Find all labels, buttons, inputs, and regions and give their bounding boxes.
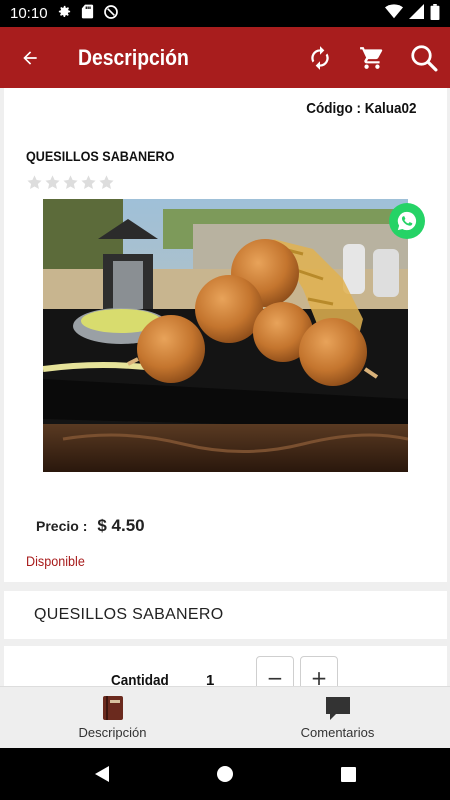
quantity-value: 1 [206,672,215,686]
arrow-left-icon [23,50,37,65]
wifi-icon [385,4,403,23]
data-saver-icon [103,4,119,24]
quantity-increase-button[interactable]: + [300,656,338,686]
quantity-card: Cantidad 1 − + [4,646,447,686]
tab-comentarios[interactable]: Comentarios [225,687,450,748]
whatsapp-icon [397,211,417,231]
nav-back-button[interactable] [72,748,132,800]
price-value: $ 4.50 [97,516,145,535]
refresh-button[interactable] [294,27,346,88]
price-row: Precio : $ 4.50 [36,516,145,536]
product-code: Código : Kalua02 [306,100,417,117]
status-time: 10:10 [10,5,48,22]
star-icon [81,175,96,189]
cart-icon [360,46,383,69]
comment-icon [325,697,350,720]
product-card: Código : Kalua02 QUESILLOS SABANERO Prec… [4,88,447,582]
quantity-decrease-button[interactable]: − [256,656,294,686]
sd-card-icon [81,4,94,23]
circle-home-icon [216,766,233,782]
nav-recents-button[interactable] [318,748,378,800]
product-name: QUESILLOS SABANERO [26,148,175,164]
product-description: QUESILLOS SABANERO [34,606,224,623]
nav-home-button[interactable] [195,748,255,800]
square-recents-icon [340,766,356,782]
refresh-icon [311,45,329,70]
availability-status: Disponible [26,553,85,569]
star-rating[interactable] [26,174,115,191]
back-button[interactable] [0,27,60,88]
tab-label: Comentarios [300,725,375,740]
quantity-label: Cantidad [111,672,169,686]
content-scroll[interactable]: Código : Kalua02 QUESILLOS SABANERO Prec… [0,88,450,686]
cart-button[interactable] [346,27,398,88]
search-button[interactable] [398,27,450,88]
whatsapp-button[interactable] [389,203,425,239]
tab-descripcion[interactable]: Descripción [0,687,225,748]
star-icon [27,175,42,189]
app-bar: Descripción [0,27,450,88]
settings-icon [57,4,72,23]
battery-icon [430,3,440,24]
book-icon [102,696,123,720]
bottom-tab-bar: Descripción Comentarios [0,686,450,748]
description-card: QUESILLOS SABANERO [4,591,447,639]
search-icon [411,44,438,71]
star-icon [45,175,60,189]
product-photo[interactable] [43,199,408,472]
signal-icon [409,4,424,23]
triangle-back-icon [94,766,109,782]
status-bar: 10:10 [0,0,450,27]
tab-label: Descripción [78,725,147,740]
star-icon [99,175,114,189]
star-icon [63,175,78,189]
page-title: Descripción [78,44,189,70]
system-navigation-bar [0,748,450,800]
price-label: Precio : [36,518,88,534]
